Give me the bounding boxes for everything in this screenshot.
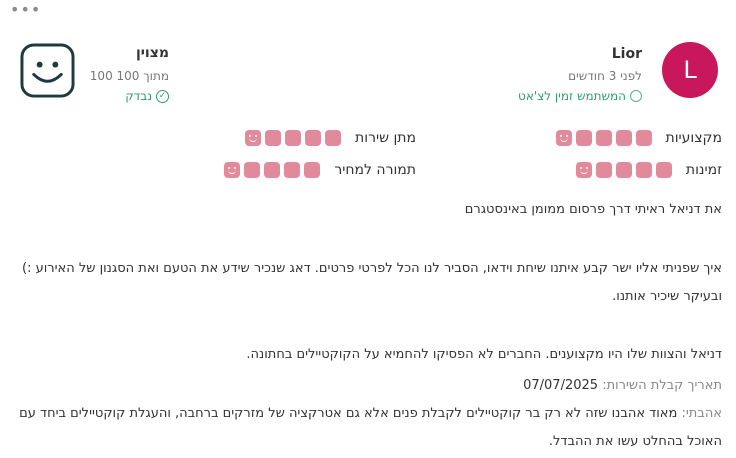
rating-box-filled [555,130,572,146]
rating-label: מקצועיות [665,130,722,146]
review-paragraph-3: דניאל והצוות שלו היו מקצוענים. החברים לא… [246,347,722,362]
rating-box-filled [285,130,302,146]
rating-box-filled [655,162,672,178]
service-date-value: 07/07/2025 [523,378,599,393]
rating-box-filled [615,130,632,146]
whatsapp-label: המשתמש זמין לצ'אט [518,89,626,103]
rating-box-filled [264,162,281,178]
verified-label: נבדק [125,89,152,103]
rating-box-filled [245,130,262,146]
rating-box-filled [305,130,322,146]
rating-box-filled [304,162,321,178]
verified-badge: נבדק ✓ [125,89,169,103]
rating-label: מתן שירות [355,130,416,146]
rating-boxes [575,162,672,178]
score-value: 100 מתוך 100 [89,69,169,83]
rating-label: זמינות [685,162,722,178]
liked-text: מאוד אהבנו שזה לא רק בר קוקטיילים לקבלת … [19,406,722,449]
reviewer-name[interactable]: Lior [612,46,642,62]
whatsapp-availability[interactable]: המשתמש זמין לצ'אט [518,89,642,103]
rating-box-filled [635,130,652,146]
rating-availability: זמינות [575,162,722,178]
rating-label: תמורה למחיר [334,162,416,178]
rating-box-filled [595,162,612,178]
review-paragraph-2: איך שפניתי אליו ישר קבע איתנו שיחת וידאו… [22,261,722,304]
rating-boxes [245,130,342,146]
liked-label: אהבתי: [681,406,722,421]
rating-box-filled [615,162,632,178]
review-paragraph-1: את דניאל ראיתי דרך פרסום ממומן באינסטגרם [464,202,722,217]
rating-box-filled [575,130,592,146]
rating-box-filled [635,162,652,178]
rating-box-filled [325,130,342,146]
rating-value-for-money: תמורה למחיר [224,162,416,178]
more-horizontal-icon[interactable]: ••• [10,2,41,18]
rating-box-filled [595,130,612,146]
smiley-face-icon [20,43,75,98]
service-date: תאריך קבלת השירות: 07/07/2025 [523,372,722,400]
liked-section: אהבתי: מאוד אהבנו שזה לא רק בר קוקטיילים… [12,400,722,456]
rating-box-filled [224,162,241,178]
rating-box-filled [265,130,282,146]
rating-boxes [555,130,652,146]
avatar: L [662,42,718,98]
rating-box-filled [244,162,261,178]
rating-box-filled [284,162,301,178]
rating-professionalism: מקצועיות [555,130,722,146]
rating-service: מתן שירות [245,130,416,146]
verified-check-icon: ✓ [156,89,169,103]
whatsapp-chat-icon [630,90,642,102]
service-date-label: תאריך קבלת השירות: [602,378,722,393]
review-time: לפני 3 חודשים [568,69,642,83]
rating-box-filled [575,162,592,178]
rating-boxes [224,162,321,178]
score-label: מצוין [135,45,169,61]
